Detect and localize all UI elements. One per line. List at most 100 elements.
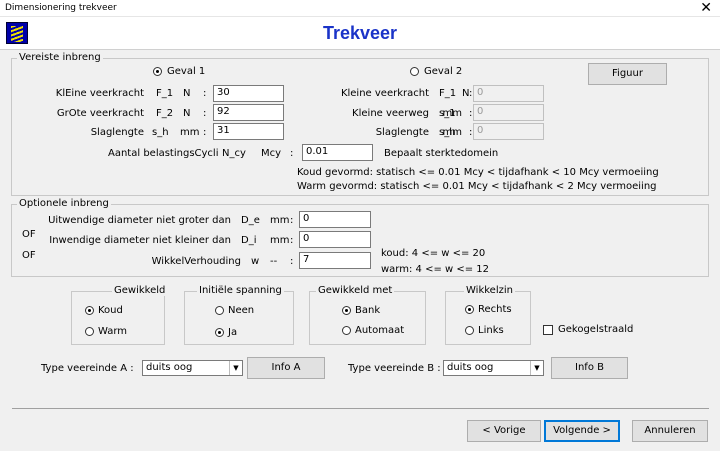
w-unit: --	[270, 256, 278, 267]
spanning-ja-label: Ja	[228, 327, 238, 338]
next-button[interactable]: Volgende >	[544, 420, 620, 442]
gewikkeld-met-group	[309, 291, 426, 345]
cycli-input[interactable]: 0.01	[302, 144, 373, 161]
de-label: Uitwendige diameter niet groter dan	[48, 215, 231, 226]
sh-unit: mm	[180, 127, 200, 138]
wikkelzin-rechts-label: Rechts	[478, 304, 512, 315]
sh-input[interactable]: 31	[213, 123, 284, 140]
type-a-select[interactable]: duits oog ▼	[142, 360, 243, 376]
s1-label: Kleine veerweg	[352, 108, 429, 119]
geval2-radio[interactable]	[410, 67, 419, 76]
f1-right-symbol: F_1	[439, 88, 457, 99]
window-title: Dimensionering trekveer	[5, 3, 117, 13]
s1-unit: mm	[442, 108, 462, 119]
warm-note: Warm gevormd: statisch <= 0.01 Mcy < tij…	[297, 181, 657, 192]
sh-right-unit: mm	[442, 127, 462, 138]
type-b-label: Type veereinde B :	[348, 363, 441, 374]
de-symbol: D_e	[241, 215, 260, 226]
gekogelstraald-checkbox[interactable]	[543, 325, 553, 335]
gewikkeld-koud-label: Koud	[98, 305, 123, 316]
w-symbol: w	[251, 256, 260, 267]
sh-right-label: Slaglengte	[375, 127, 429, 138]
type-a-label: Type veereinde A :	[41, 363, 134, 374]
cycli-label: Aantal belastingsCycli	[108, 148, 219, 159]
type-b-value: duits oog	[447, 362, 494, 373]
sh-right-colon: :	[469, 127, 473, 138]
w-label: WikkelVerhouding	[151, 256, 241, 267]
di-label: Inwendige diameter niet kleiner dan	[49, 235, 231, 246]
sh-label: Slaglengte	[90, 127, 144, 138]
gewikkeld-koud-radio[interactable]	[85, 306, 94, 315]
spanning-neen-label: Neen	[228, 305, 255, 316]
sh-right-input[interactable]: 0	[473, 123, 544, 140]
wikkelzin-links-radio[interactable]	[465, 326, 474, 335]
f1-symbol: F_1	[156, 88, 174, 99]
cycli-symbol: N_cy	[222, 148, 246, 159]
warm-range: warm: 4 <= w <= 12	[381, 264, 490, 275]
figuur-button[interactable]: Figuur	[588, 63, 667, 85]
f1-right-label: Kleine veerkracht	[340, 88, 429, 99]
cycli-note: Bepaalt sterktedomein	[384, 148, 499, 159]
f1-right-colon: :	[469, 88, 473, 99]
window-titlebar: Dimensionering trekveer ✕	[0, 0, 720, 17]
close-icon[interactable]: ✕	[700, 0, 712, 16]
cycli-colon: :	[290, 148, 294, 159]
f2-input[interactable]: 92	[213, 104, 284, 121]
f1-colon: :	[203, 88, 207, 99]
gewikkeld-warm-radio[interactable]	[85, 327, 94, 336]
wikkelzin-legend: Wikkelzin	[464, 285, 515, 296]
geval1-label: Geval 1	[167, 66, 206, 77]
w-colon: :	[290, 256, 294, 267]
gewikkeld-met-automaat-radio[interactable]	[342, 326, 351, 335]
prev-button[interactable]: < Vorige	[467, 420, 541, 442]
f2-label: GrOte veerkracht	[56, 108, 144, 119]
w-input[interactable]: 7	[299, 252, 371, 269]
f2-symbol: F_2	[156, 108, 174, 119]
spanning-group	[184, 291, 294, 345]
di-colon: :	[290, 235, 294, 246]
wikkelzin-links-label: Links	[478, 325, 504, 336]
info-b-button[interactable]: Info B	[551, 357, 628, 379]
f2-unit: N	[183, 108, 191, 119]
di-symbol: D_i	[241, 235, 257, 246]
gewikkeld-legend: Gewikkeld	[112, 285, 168, 296]
gewikkeld-met-legend: Gewikkeld met	[316, 285, 395, 296]
required-input-legend: Vereiste inbreng	[17, 52, 103, 63]
wikkelzin-rechts-radio[interactable]	[465, 305, 474, 314]
spanning-neen-radio[interactable]	[215, 306, 224, 315]
gewikkeld-met-bank-radio[interactable]	[342, 306, 351, 315]
f1-input[interactable]: 30	[213, 85, 284, 102]
di-input[interactable]: 0	[299, 231, 371, 248]
sh-colon: :	[203, 127, 207, 138]
de-input[interactable]: 0	[299, 211, 371, 228]
type-b-select[interactable]: duits oog ▼	[443, 360, 544, 376]
cancel-button[interactable]: Annuleren	[632, 420, 708, 442]
of-label-2: OF	[22, 250, 36, 261]
cycli-unit: Mcy	[261, 148, 282, 159]
geval2-label: Geval 2	[424, 66, 463, 77]
de-colon: :	[290, 215, 294, 226]
de-unit: mm	[270, 215, 290, 226]
wikkelzin-group	[445, 291, 531, 345]
spanning-legend: Initiële spanning	[197, 285, 284, 296]
gewikkeld-warm-label: Warm	[98, 326, 128, 337]
geval1-radio[interactable]	[153, 67, 162, 76]
gewikkeld-met-bank-label: Bank	[355, 305, 381, 316]
gekogelstraald-label: Gekogelstraald	[558, 324, 634, 335]
footer-divider	[12, 408, 709, 409]
dropdown-arrow-icon: ▼	[229, 361, 242, 375]
di-unit: mm	[270, 235, 290, 246]
optional-input-legend: Optionele inbreng	[17, 198, 111, 209]
gewikkeld-met-automaat-label: Automaat	[355, 325, 405, 336]
of-label-1: OF	[22, 229, 36, 240]
f1-unit: N	[183, 88, 191, 99]
s1-colon: :	[469, 108, 473, 119]
s1-input[interactable]: 0	[473, 104, 544, 121]
info-a-button[interactable]: Info A	[247, 357, 325, 379]
type-a-value: duits oog	[146, 362, 193, 373]
spanning-ja-radio[interactable]	[215, 328, 224, 337]
koud-range: koud: 4 <= w <= 20	[381, 248, 486, 259]
f2-colon: :	[203, 108, 207, 119]
f1-right-input[interactable]: 0	[473, 85, 544, 102]
sh-symbol: s_h	[152, 127, 169, 138]
